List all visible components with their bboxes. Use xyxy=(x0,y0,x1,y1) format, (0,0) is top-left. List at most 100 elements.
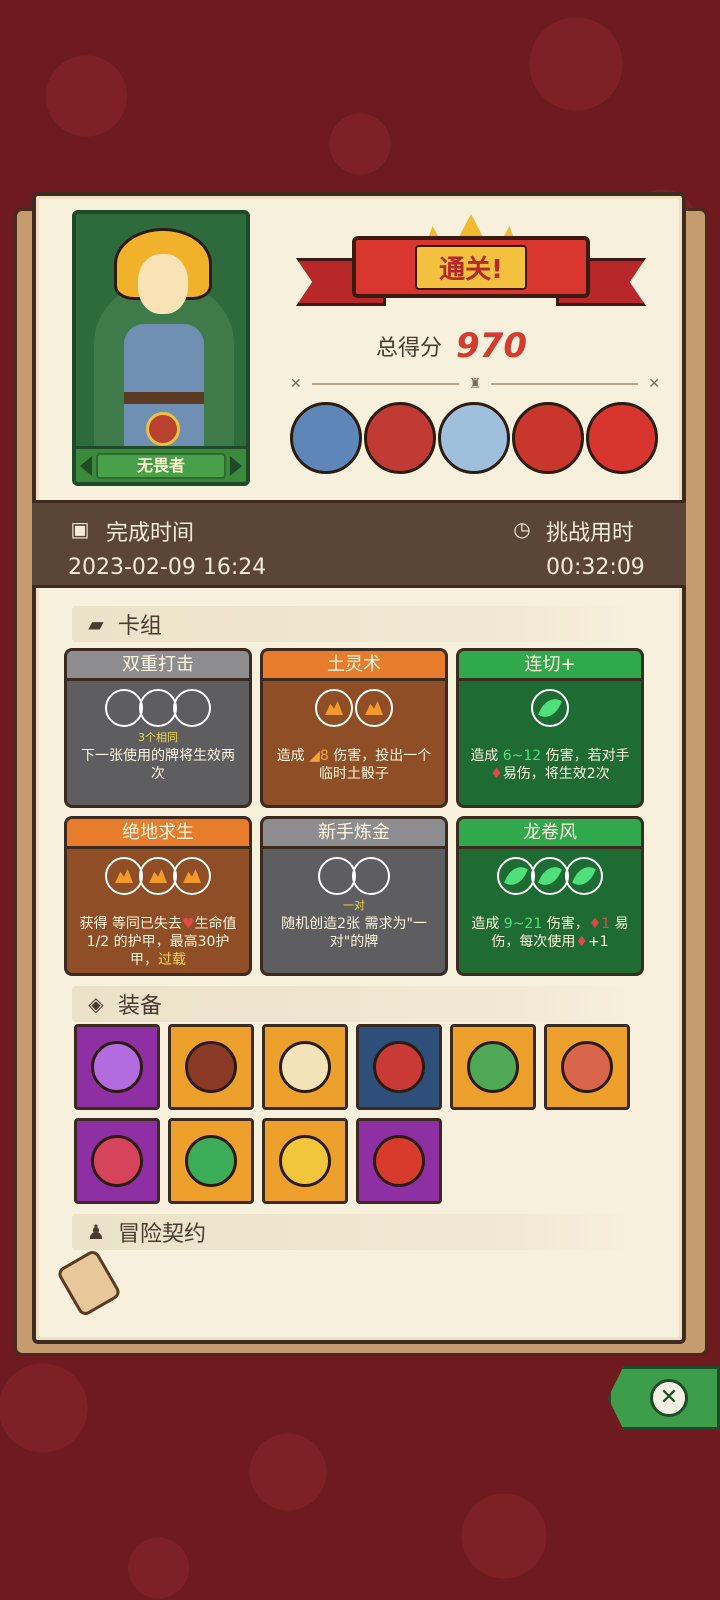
equip-potion[interactable] xyxy=(74,1024,160,1110)
mountain-icon xyxy=(183,869,201,883)
deck-section-header: ▰ 卡组 xyxy=(72,606,632,642)
card-description: 造成 9~21 伤害，♦1 易伤，每次使用♦+1 xyxy=(471,916,629,950)
card-tornado[interactable]: 龙卷风 造成 9~21 伤害，♦1 易伤，每次使用♦+1 xyxy=(456,816,644,976)
victory-banner: 通关! xyxy=(296,214,646,324)
dice-slot xyxy=(105,689,143,727)
spell-book-icon xyxy=(467,1041,519,1093)
person-icon: ♟ xyxy=(87,1220,105,1244)
card-requirement: 一对 xyxy=(343,899,365,912)
red-boot-icon xyxy=(373,1135,425,1187)
equip-crown[interactable] xyxy=(262,1118,348,1204)
leaf-slot xyxy=(565,857,603,895)
arrow-left-icon xyxy=(80,455,92,476)
vulnerable-icon: ♦ xyxy=(588,916,602,932)
close-button[interactable]: ✕ xyxy=(608,1366,720,1430)
card-title: 龙卷风 xyxy=(459,819,641,849)
leaf-icon xyxy=(504,862,528,890)
score-row: 总得分 970 xyxy=(376,326,576,366)
leaf-slot xyxy=(531,689,569,727)
equipment-section-header: ◈ 装备 xyxy=(72,986,632,1022)
shield-stone-icon xyxy=(185,1041,237,1093)
dice-slot xyxy=(173,689,211,727)
crossed-swords-icon: ✕ xyxy=(648,376,660,392)
ruby-amulet-icon xyxy=(91,1135,143,1187)
card-title: 新手炼金 xyxy=(263,819,445,849)
stopwatch-icon: ◷ xyxy=(513,517,531,541)
score-value: 970 xyxy=(456,326,527,366)
card-description: 随机创造2张 需求为"一对"的牌 xyxy=(281,916,427,950)
mountain-slot xyxy=(173,857,211,895)
arrow-right-icon xyxy=(230,455,242,476)
horned-helmet-icon: ♜ xyxy=(468,376,482,392)
mountain-slot xyxy=(315,689,353,727)
dice-slot xyxy=(352,857,390,895)
equip-shield-stone[interactable] xyxy=(168,1024,254,1110)
boss-portrait[interactable] xyxy=(290,402,362,474)
card-last-stand[interactable]: 绝地求生 获得 等同已失去♥生命值1/2 的护甲，最高30护甲，过载 xyxy=(64,816,252,976)
complete-time-value: 2023-02-09 16:24 xyxy=(68,555,267,580)
dice-slot xyxy=(139,689,177,727)
mountain-icon xyxy=(115,869,133,883)
complete-time-label: 完成时间 xyxy=(106,521,195,546)
leaf-slot xyxy=(531,857,569,895)
equip-spell-book[interactable] xyxy=(450,1024,536,1110)
leaf-icon xyxy=(538,862,562,890)
close-icon: ✕ xyxy=(650,1379,688,1417)
mountain-slot xyxy=(139,857,177,895)
ham-icon xyxy=(561,1041,613,1093)
equip-green-dragon[interactable] xyxy=(168,1118,254,1204)
dragon-staff-icon xyxy=(373,1041,425,1093)
leaf-icon xyxy=(572,862,596,890)
card-novice-alchemy[interactable]: 新手炼金 一对 随机创造2张 需求为"一对"的牌 xyxy=(260,816,448,976)
card-description: 下一张使用的牌将生效两次 xyxy=(81,748,235,782)
challenge-time-value: 00:32:09 xyxy=(546,555,645,580)
vulnerable-icon: ♦ xyxy=(575,934,588,950)
equip-dragon-staff[interactable] xyxy=(356,1024,442,1110)
boss-portrait[interactable] xyxy=(512,402,584,474)
contract-title: 冒险契约 xyxy=(118,1222,207,1247)
deck-title: 卡组 xyxy=(118,614,163,639)
defeated-bosses xyxy=(290,402,660,486)
contract-section-header: ♟ 冒险契约 xyxy=(72,1214,632,1250)
potion-icon xyxy=(91,1041,143,1093)
green-dragon-icon xyxy=(185,1135,237,1187)
mountain-icon xyxy=(149,869,167,883)
card-double-strike[interactable]: 双重打击 3个相同 下一张使用的牌将生效两次 xyxy=(64,648,252,808)
boss-divider: ✕ ♜ ✕ xyxy=(290,374,660,394)
hero-medal-icon xyxy=(146,412,180,446)
equipment-title: 装备 xyxy=(118,994,163,1019)
card-title: 土灵术 xyxy=(263,651,445,681)
hero-portrait[interactable]: 无畏者 xyxy=(72,210,250,486)
crown-icon xyxy=(279,1135,331,1187)
dice-slot xyxy=(318,857,356,895)
boss-portrait[interactable] xyxy=(364,402,436,474)
equip-round-shield[interactable] xyxy=(262,1024,348,1110)
card-description: 造成 ◢8 伤害，投出一个临时土骰子 xyxy=(276,748,432,782)
box-icon: ◈ xyxy=(88,992,104,1016)
calendar-icon: ▣ xyxy=(70,517,90,541)
vulnerable-icon: ♦ xyxy=(490,766,503,782)
card-chain-cut-plus[interactable]: 连切+ 造成 6~12 伤害，若对手 ♦易伤，将生效2次 xyxy=(456,648,644,808)
hero-name: 无畏者 xyxy=(96,452,226,479)
card-title: 双重打击 xyxy=(67,651,249,681)
crossed-swords-icon: ✕ xyxy=(290,376,302,392)
cards-icon: ▰ xyxy=(88,612,104,636)
leaf-icon xyxy=(538,694,562,722)
mountain-icon xyxy=(325,701,343,715)
boss-portrait[interactable] xyxy=(586,402,658,474)
card-requirement: 3个相同 xyxy=(138,731,178,744)
equip-red-boot[interactable] xyxy=(356,1118,442,1204)
mountain-icon: ◢ xyxy=(309,748,320,764)
banner-text: 通关! xyxy=(415,244,527,290)
card-description: 造成 6~12 伤害，若对手 ♦易伤，将生效2次 xyxy=(470,748,630,782)
mountain-slot xyxy=(105,857,143,895)
card-earth-spell[interactable]: 土灵术 造成 ◢8 伤害，投出一个临时土骰子 xyxy=(260,648,448,808)
boss-portrait[interactable] xyxy=(438,402,510,474)
card-description: 获得 等同已失去♥生命值1/2 的护甲，最高30护甲，过载 xyxy=(79,916,237,968)
equip-ham[interactable] xyxy=(544,1024,630,1110)
time-bar: ▣ 完成时间 2023-02-09 16:24 ◷ 挑战用时 00:32:09 xyxy=(32,500,686,588)
mountain-slot xyxy=(355,689,393,727)
heart-icon: ♥ xyxy=(181,916,195,932)
score-label: 总得分 xyxy=(376,336,443,361)
equip-ruby-amulet[interactable] xyxy=(74,1118,160,1204)
